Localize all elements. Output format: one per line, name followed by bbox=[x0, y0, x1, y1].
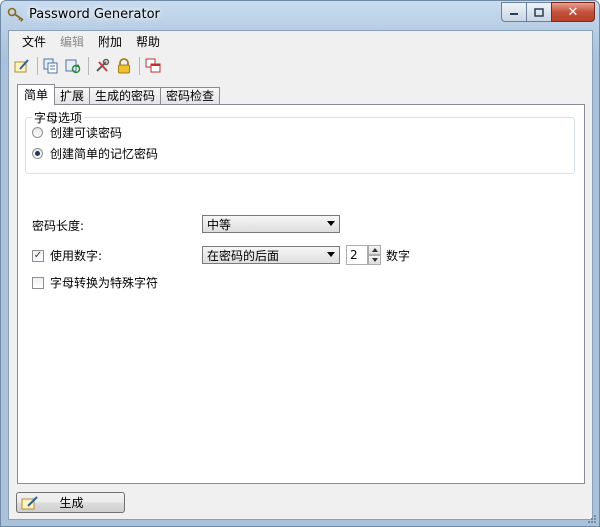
edit-icon bbox=[21, 495, 38, 509]
toolbar-separator bbox=[37, 57, 38, 75]
close-icon: ✕ bbox=[567, 4, 579, 20]
toolbar-refresh-button[interactable] bbox=[63, 56, 83, 76]
lock-icon bbox=[118, 58, 130, 74]
digit-unit-label: 数字 bbox=[386, 249, 411, 263]
letter-options-group: 字母选项 创建可读密码 创建简单的记忆密码 bbox=[25, 109, 575, 174]
toolbar-separator bbox=[139, 57, 140, 75]
app-window: Password Generator ✕ 文件 编辑 附加 帮助 简单 扩展 生… bbox=[0, 0, 600, 527]
checkbox[interactable] bbox=[32, 276, 44, 289]
radio-memorable-password[interactable]: 创建简单的记忆密码 bbox=[32, 145, 158, 162]
tools-icon bbox=[96, 58, 110, 72]
password-length-label: 密码长度: bbox=[32, 219, 85, 233]
radio-label: 创建简单的记忆密码 bbox=[50, 147, 159, 161]
close-button[interactable]: ✕ bbox=[551, 2, 595, 22]
checkbox[interactable]: ✓ bbox=[32, 249, 44, 262]
resize-grip-icon[interactable] bbox=[587, 514, 597, 524]
edit-icon bbox=[14, 59, 29, 73]
tab-password-check[interactable]: 密码检查 bbox=[160, 87, 221, 105]
stepper-down-button[interactable] bbox=[368, 255, 381, 265]
toolbar bbox=[9, 53, 592, 79]
radio-button[interactable] bbox=[32, 148, 43, 159]
stepper-buttons bbox=[368, 245, 381, 265]
window-title: Password Generator bbox=[29, 7, 160, 22]
digit-count-stepper[interactable]: 2 bbox=[346, 245, 381, 265]
digit-position-select[interactable]: 在密码的后面 bbox=[202, 246, 340, 264]
chevron-up-icon bbox=[371, 248, 378, 252]
chevron-down-icon bbox=[371, 258, 378, 262]
stepper-up-button[interactable] bbox=[368, 245, 381, 255]
menu-bar: 文件 编辑 附加 帮助 bbox=[9, 31, 592, 53]
tab-panel-simple: 字母选项 创建可读密码 创建简单的记忆密码 密码长度: 中等 ✓ 使用数字: 在… bbox=[17, 104, 585, 484]
menu-edit[interactable]: 编辑 bbox=[53, 31, 91, 53]
minimize-button[interactable] bbox=[501, 2, 526, 22]
radio-readable-password[interactable]: 创建可读密码 bbox=[32, 124, 122, 141]
radio-button[interactable] bbox=[32, 127, 43, 138]
copy-icon bbox=[43, 58, 58, 74]
chevron-down-icon bbox=[327, 221, 335, 226]
tab-generated-passwords[interactable]: 生成的密码 bbox=[89, 87, 162, 105]
tab-simple[interactable]: 简单 bbox=[17, 84, 56, 105]
toolbar-separator bbox=[88, 57, 89, 75]
select-value: 中等 bbox=[207, 217, 232, 232]
toolbar-copy-button[interactable] bbox=[41, 56, 61, 76]
menu-help[interactable]: 帮助 bbox=[129, 31, 167, 53]
generate-button-label: 生成 bbox=[59, 496, 84, 510]
bottom-bar: 生成 bbox=[9, 483, 592, 519]
toolbar-tools-button[interactable] bbox=[92, 56, 112, 76]
generate-button[interactable]: 生成 bbox=[16, 492, 125, 513]
keys-icon bbox=[7, 7, 24, 22]
maximize-icon bbox=[534, 7, 544, 17]
minimize-icon bbox=[510, 13, 518, 15]
menu-addons[interactable]: 附加 bbox=[91, 31, 129, 53]
client-area: 文件 编辑 附加 帮助 简单 扩展 生成的密码 密码检查 字母选项 创建可读密码… bbox=[8, 30, 593, 520]
radio-label: 创建可读密码 bbox=[50, 126, 123, 140]
toolbar-edit-button[interactable] bbox=[12, 56, 32, 76]
checkbox-label: 字母转换为特殊字符 bbox=[50, 276, 159, 290]
password-length-select[interactable]: 中等 bbox=[202, 215, 340, 233]
title-bar[interactable]: Password Generator ✕ bbox=[1, 1, 599, 29]
refresh-icon bbox=[65, 59, 81, 74]
menu-file[interactable]: 文件 bbox=[15, 31, 53, 53]
use-digits-checkbox[interactable]: ✓ 使用数字: bbox=[32, 247, 102, 264]
tab-extended[interactable]: 扩展 bbox=[54, 87, 91, 105]
windows-icon bbox=[145, 58, 161, 73]
maximize-button[interactable] bbox=[526, 2, 551, 22]
toolbar-windows-button[interactable] bbox=[143, 56, 163, 76]
chevron-down-icon bbox=[327, 252, 335, 257]
special-chars-checkbox[interactable]: 字母转换为特殊字符 bbox=[32, 274, 158, 291]
tab-strip: 简单 扩展 生成的密码 密码检查 bbox=[17, 84, 221, 105]
digit-count-input[interactable]: 2 bbox=[346, 245, 368, 265]
checkbox-label: 使用数字: bbox=[50, 249, 103, 263]
select-value: 在密码的后面 bbox=[207, 248, 280, 263]
toolbar-lock-button[interactable] bbox=[114, 56, 134, 76]
window-controls: ✕ bbox=[501, 2, 595, 22]
